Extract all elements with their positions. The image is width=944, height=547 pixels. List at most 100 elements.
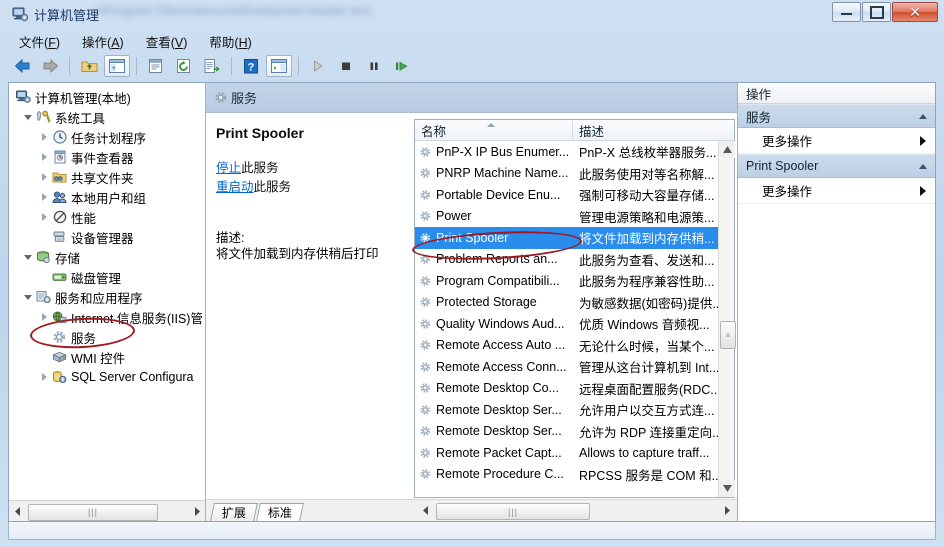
table-row[interactable]: Remote Procedure C... RPCSS 服务是 COM 和... xyxy=(415,464,718,486)
tree-item-services[interactable]: 服务 xyxy=(9,327,205,347)
scroll-down-arrow-icon[interactable] xyxy=(719,480,735,497)
table-row-selected[interactable]: Print Spooler 将文件加载到内存供稍... xyxy=(415,227,718,249)
restart-service-link[interactable]: 重启动 xyxy=(216,180,254,194)
table-row[interactable]: Remote Desktop Ser... 允许为 RDP 连接重定向... xyxy=(415,421,718,443)
tree-item-services-and-applications[interactable]: 服务和应用程序 xyxy=(9,287,205,307)
services-hscroll-track[interactable]: ||| xyxy=(434,501,718,520)
tree-item-event-viewer[interactable]: 事件查看器 xyxy=(9,147,205,167)
service-gear-icon xyxy=(418,338,433,352)
table-row[interactable]: Remote Desktop Co... 远程桌面配置服务(RDC... xyxy=(415,378,718,400)
actions-group-print-spooler[interactable]: Print Spooler xyxy=(738,154,935,178)
table-row[interactable]: PNRP Machine Name... 此服务使用对等名称解... xyxy=(415,163,718,185)
restart-service-icon[interactable] xyxy=(389,55,415,77)
menu-view[interactable]: 查看(V) xyxy=(135,29,199,54)
tree-item-device-manager[interactable]: 设备管理器 xyxy=(9,227,205,247)
properties-icon[interactable] xyxy=(143,55,169,77)
stop-service-icon[interactable] xyxy=(333,55,359,77)
show-details-icon[interactable] xyxy=(266,55,292,77)
refresh-icon[interactable] xyxy=(171,55,197,77)
chevron-down-icon[interactable] xyxy=(23,251,35,263)
tree-item-storage[interactable]: 存储 xyxy=(9,247,205,267)
chevron-up-icon[interactable] xyxy=(919,113,927,119)
scroll-right-arrow-icon[interactable] xyxy=(188,502,205,521)
table-row[interactable]: Problem Reports an... 此服务为查看、发送和... xyxy=(415,249,718,271)
chevron-right-icon[interactable] xyxy=(39,151,51,163)
tree-hscroll-track[interactable]: ||| xyxy=(26,502,188,521)
chevron-right-icon[interactable] xyxy=(39,311,51,323)
chevron-up-icon[interactable] xyxy=(919,163,927,169)
up-folder-icon[interactable] xyxy=(76,55,102,77)
table-row[interactable]: Remote Access Auto ... 无论什么时候，当某个... xyxy=(415,335,718,357)
tree-hscroll-thumb[interactable]: ||| xyxy=(28,503,158,521)
column-header-description[interactable]: 描述 xyxy=(573,120,734,140)
table-row[interactable]: Power 管理电源策略和电源策... xyxy=(415,206,718,228)
minimize-button[interactable] xyxy=(832,2,861,22)
services-hscroll-thumb[interactable]: ||| xyxy=(436,503,590,520)
table-row[interactable]: Portable Device Enu... 强制可移动大容量存储... xyxy=(415,184,718,206)
tab-standard[interactable]: 标准 xyxy=(256,503,304,521)
scroll-left-arrow-icon[interactable] xyxy=(417,501,434,520)
table-row[interactable]: Remote Desktop Ser... 允许用户以交互方式连... xyxy=(415,399,718,421)
chevron-right-icon[interactable] xyxy=(39,191,51,203)
scroll-up-arrow-icon[interactable] xyxy=(719,141,735,158)
table-row[interactable]: Remote Packet Capt... Allows to capture … xyxy=(415,442,718,464)
tab-extended[interactable]: 扩展 xyxy=(210,503,258,521)
services-vertical-scrollbar[interactable]: ≡ xyxy=(718,141,736,497)
scroll-left-arrow-icon[interactable] xyxy=(9,502,26,521)
tree-item-performance[interactable]: 性能 xyxy=(9,207,205,227)
row-name-text: Remote Procedure C... xyxy=(436,467,564,482)
chevron-right-icon[interactable] xyxy=(920,135,926,146)
menu-action[interactable]: 操作(A) xyxy=(71,29,135,54)
service-gear-icon xyxy=(418,145,433,159)
chevron-right-icon[interactable] xyxy=(39,171,51,183)
services-horizontal-scrollbar[interactable]: ||| xyxy=(417,501,735,520)
tree-horizontal-scrollbar[interactable]: ||| xyxy=(9,500,205,521)
scroll-right-arrow-icon[interactable] xyxy=(718,501,735,520)
tree-item-sql-server-configuration[interactable]: SQL Server Configura xyxy=(9,367,205,387)
table-row[interactable]: PnP-X IP Bus Enumer... PnP-X 总线枚举器服务... xyxy=(415,141,718,163)
view-tabs: 扩展 标准 xyxy=(206,499,304,521)
tree-root-computer-management[interactable]: 计算机管理(本地) xyxy=(9,87,205,107)
table-row[interactable]: Protected Storage 为敏感数据(如密码)提供... xyxy=(415,292,718,314)
tree-item-system-tools[interactable]: 系统工具 xyxy=(9,107,205,127)
pause-service-icon[interactable] xyxy=(361,55,387,77)
close-button[interactable]: ✕ xyxy=(892,2,938,22)
services-vscroll-thumb[interactable]: ≡ xyxy=(720,321,736,349)
stop-service-link[interactable]: 停止 xyxy=(216,161,241,175)
forward-icon[interactable] xyxy=(37,55,63,77)
chevron-right-icon[interactable] xyxy=(39,211,51,223)
export-list-icon[interactable] xyxy=(199,55,225,77)
chevron-right-icon[interactable] xyxy=(920,185,926,196)
tree-item-shared-folders[interactable]: 共享文件夹 xyxy=(9,167,205,187)
service-description-label: 描述: xyxy=(216,231,245,245)
column-header-name[interactable]: 名称 xyxy=(415,120,573,140)
tree-item-wmi-control[interactable]: WMI 控件 xyxy=(9,347,205,367)
chevron-right-icon[interactable] xyxy=(39,371,51,383)
back-icon[interactable] xyxy=(9,55,35,77)
device-manager-icon xyxy=(51,229,68,245)
maximize-button[interactable] xyxy=(862,2,891,22)
actions-more-actions-print-spooler[interactable]: 更多操作 xyxy=(738,178,935,204)
maximize-icon xyxy=(869,5,884,19)
menu-file[interactable]: 文件(F) xyxy=(8,29,71,54)
menu-help[interactable]: 帮助(H) xyxy=(198,29,262,54)
chevron-down-icon[interactable] xyxy=(23,111,35,123)
tree-item-disk-management[interactable]: 磁盘管理 xyxy=(9,267,205,287)
services-rows[interactable]: PnP-X IP Bus Enumer... PnP-X 总线枚举器服务... … xyxy=(415,141,718,497)
tree-item-task-scheduler[interactable]: 任务计划程序 xyxy=(9,127,205,147)
show-tree-icon[interactable] xyxy=(104,55,130,77)
help-icon[interactable]: ? xyxy=(238,55,264,77)
services-list-header: 名称 描述 xyxy=(415,120,734,141)
actions-group-services[interactable]: 服务 xyxy=(738,104,935,128)
actions-more-actions-services[interactable]: 更多操作 xyxy=(738,128,935,154)
table-row[interactable]: Program Compatibili... 此服务为程序兼容性助... xyxy=(415,270,718,292)
tree-item-local-users-groups[interactable]: 本地用户和组 xyxy=(9,187,205,207)
console-tree[interactable]: 计算机管理(本地) 系统工具 任务计划程序 事件查看器 共享文件夹 本地用户和组… xyxy=(9,83,205,499)
tree-item-iis-manager[interactable]: Internet 信息服务(IIS)管 xyxy=(9,307,205,327)
start-service-icon[interactable] xyxy=(305,55,331,77)
table-row[interactable]: Quality Windows Aud... 优质 Windows 音频视... xyxy=(415,313,718,335)
chevron-right-icon[interactable] xyxy=(39,131,51,143)
chevron-down-icon[interactable] xyxy=(23,291,35,303)
table-row[interactable]: Remote Access Conn... 管理从这台计算机到 Int... xyxy=(415,356,718,378)
menu-file-label: 文件 xyxy=(19,35,45,50)
